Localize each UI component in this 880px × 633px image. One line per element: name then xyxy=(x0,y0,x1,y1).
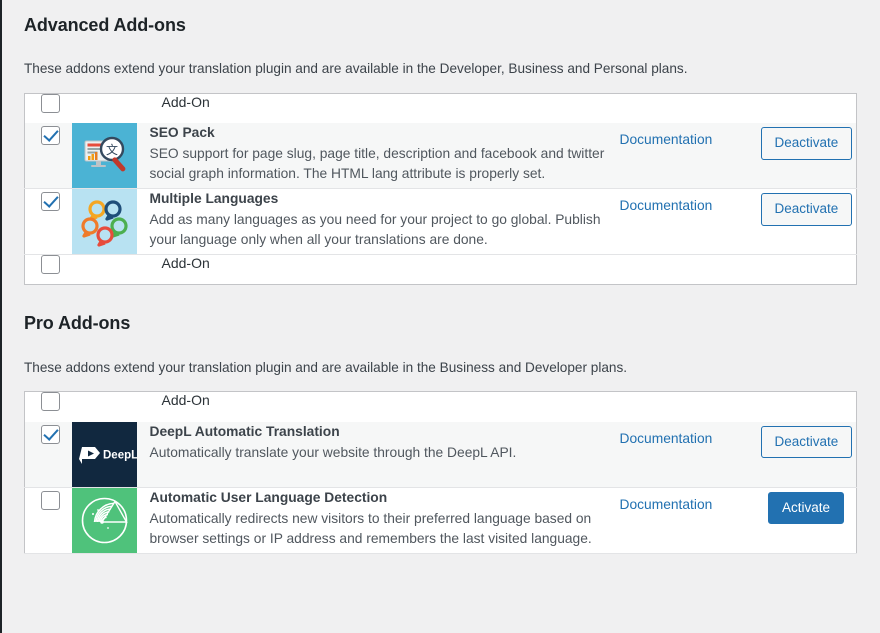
row-select-checkbox[interactable] xyxy=(41,192,60,212)
section-title-pro: Pro Add-ons xyxy=(24,313,131,334)
section-pro-addons: Pro Add-ons These addons extend your tra… xyxy=(24,312,857,554)
addon-title: Multiple Languages xyxy=(149,191,279,207)
row-text-cell: Multiple Languages Add as many languages… xyxy=(150,189,620,255)
row-checkbox-cell xyxy=(25,123,68,189)
addon-description: Add as many languages as you need for yo… xyxy=(149,212,601,248)
row-doc-cell: Documentation xyxy=(620,189,761,255)
row-action-cell: Deactivate xyxy=(760,189,857,255)
row-icon-cell xyxy=(68,189,150,255)
advanced-addons-table: Add-On 文 SEO Pack SEO support for page s… xyxy=(24,92,857,286)
action-header-cell xyxy=(761,392,857,422)
select-all-footer-cell xyxy=(25,255,68,285)
deactivate-button[interactable]: Deactivate xyxy=(760,127,853,160)
addon-column-header: Add-On xyxy=(161,392,210,409)
section-advanced-addons: Advanced Add-ons These addons extend you… xyxy=(24,14,857,286)
addon-column-header: Add-On xyxy=(161,93,210,110)
table-header-row: Add-On xyxy=(24,93,857,124)
doc-header-cell xyxy=(620,93,761,123)
advanced-table-head: Add-On xyxy=(24,93,857,124)
table-footer-row: Add-On xyxy=(24,254,857,285)
section-title-advanced: Advanced Add-ons xyxy=(24,15,186,35)
select-all-checkbox-footer[interactable] xyxy=(41,255,60,275)
table-row: Automatic User Language Detection Automa… xyxy=(24,487,857,554)
addon-description: Automatically redirects new visitors to … xyxy=(149,510,592,546)
row-checkbox-cell xyxy=(25,422,68,488)
doc-footer-cell xyxy=(620,255,761,285)
row-checkbox-cell xyxy=(25,189,68,255)
seo-pack-icon: 文 xyxy=(71,123,137,189)
select-all-checkbox[interactable] xyxy=(41,392,60,412)
row-select-checkbox[interactable] xyxy=(41,490,60,510)
row-action-cell: Deactivate xyxy=(760,123,857,189)
deepl-icon: DeepL xyxy=(71,421,137,487)
doc-header-cell xyxy=(620,392,761,422)
row-text-cell: SEO Pack SEO support for page slug, page… xyxy=(150,123,620,189)
row-icon-cell: DeepL xyxy=(68,421,150,488)
row-action-cell: Deactivate xyxy=(760,422,857,488)
row-select-checkbox[interactable] xyxy=(41,424,60,444)
addon-description: Automatically translate your website thr… xyxy=(149,444,517,460)
addon-title: SEO Pack xyxy=(149,125,215,141)
table-row: 文 SEO Pack SEO support for page slug, pa… xyxy=(24,123,857,189)
row-doc-cell: Documentation xyxy=(620,123,761,189)
row-action-cell: Activate xyxy=(761,487,857,553)
svg-text:DeepL: DeepL xyxy=(103,449,137,461)
select-all-header-cell xyxy=(25,392,68,422)
row-select-checkbox[interactable] xyxy=(41,126,60,146)
addon-description: SEO support for page slug, page title, d… xyxy=(149,146,605,182)
deactivate-button[interactable]: Deactivate xyxy=(760,425,853,459)
addon-title: Automatic User Language Detection xyxy=(149,489,388,505)
select-all-header-cell xyxy=(25,93,68,123)
language-detection-icon xyxy=(71,487,137,553)
addon-column-footer: Add-On xyxy=(161,255,210,272)
table-row: Multiple Languages Add as many languages… xyxy=(24,189,857,255)
table-header-row: Add-On xyxy=(24,391,857,422)
addons-page: Advanced Add-ons These addons extend you… xyxy=(0,0,880,554)
icon-header-cell xyxy=(68,93,150,123)
row-icon-cell xyxy=(68,487,150,553)
deactivate-button[interactable]: Deactivate xyxy=(760,193,853,226)
advanced-table-foot: Add-On xyxy=(24,254,857,285)
row-doc-cell: Documentation xyxy=(620,422,761,488)
documentation-link[interactable]: Documentation xyxy=(620,123,713,147)
icon-footer-cell xyxy=(68,255,150,285)
select-all-checkbox[interactable] xyxy=(41,93,60,113)
addon-title: DeepL Automatic Translation xyxy=(149,423,340,439)
pro-table-head: Add-On xyxy=(24,391,857,422)
documentation-link[interactable]: Documentation xyxy=(620,488,713,512)
row-text-cell: Automatic User Language Detection Automa… xyxy=(150,487,620,553)
pro-addons-table: Add-On DeepL DeepL Automatic Translation… xyxy=(24,391,857,554)
admin-left-rail xyxy=(0,0,2,633)
row-checkbox-cell xyxy=(25,487,68,553)
activate-button[interactable]: Activate xyxy=(767,491,844,525)
section-description-pro: These addons extend your translation plu… xyxy=(24,359,628,375)
documentation-link[interactable]: Documentation xyxy=(620,422,713,446)
advanced-table-body: 文 SEO Pack SEO support for page slug, pa… xyxy=(24,123,857,255)
documentation-link[interactable]: Documentation xyxy=(620,189,713,213)
svg-text:文: 文 xyxy=(105,142,117,157)
row-text-cell: DeepL Automatic Translation Automaticall… xyxy=(150,422,620,488)
action-footer-cell xyxy=(761,255,857,285)
row-doc-cell: Documentation xyxy=(620,487,761,553)
table-row: DeepL DeepL Automatic Translation Automa… xyxy=(24,421,857,488)
action-header-cell xyxy=(761,93,857,123)
multiple-languages-icon xyxy=(71,189,137,255)
icon-header-cell xyxy=(68,392,150,422)
pro-table-body: DeepL DeepL Automatic Translation Automa… xyxy=(24,421,857,554)
row-icon-cell: 文 xyxy=(68,123,150,189)
section-description-advanced: These addons extend your translation plu… xyxy=(24,61,688,77)
